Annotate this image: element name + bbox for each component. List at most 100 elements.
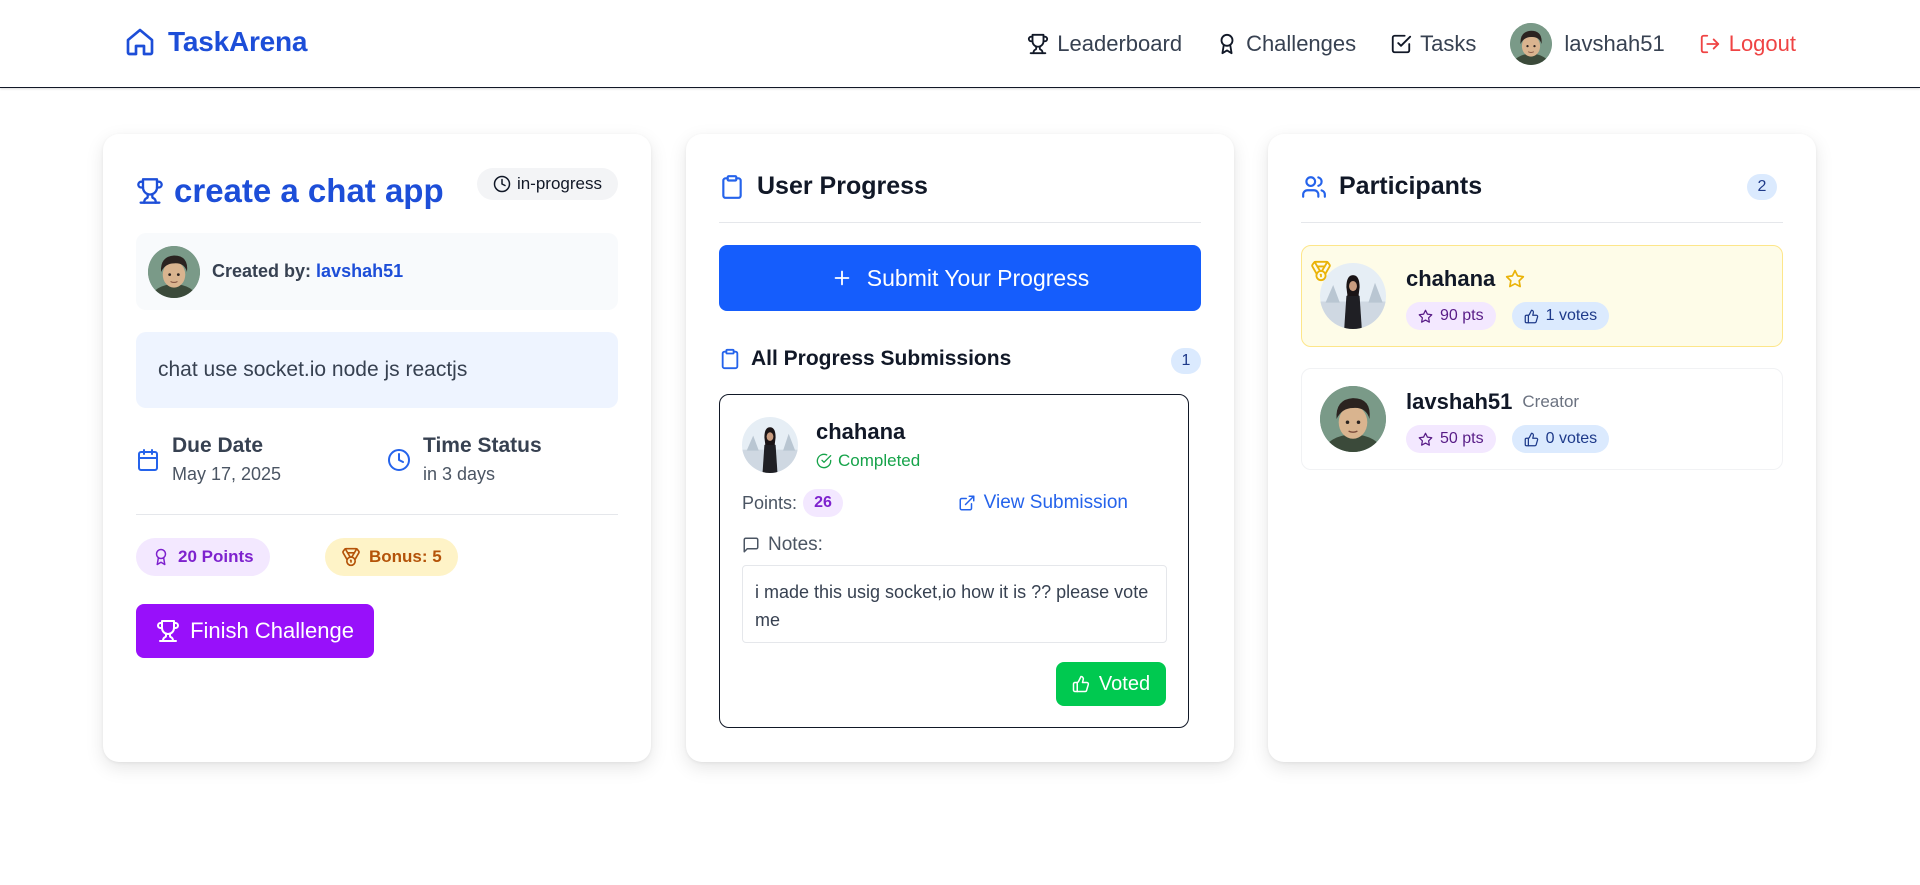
submit-progress-button[interactable]: Submit Your Progress	[719, 245, 1201, 311]
nav-challenges[interactable]: Challenges	[1216, 31, 1356, 57]
creator-info: Created by: lavshah51	[136, 233, 618, 310]
divider	[719, 222, 1201, 223]
trophy-icon	[136, 177, 164, 205]
nav-tasks-label: Tasks	[1420, 31, 1477, 56]
home-icon	[124, 26, 156, 58]
participant-item[interactable]: lavshah51 Creator 50 pts 0 votes	[1301, 368, 1783, 470]
participant-item[interactable]: chahana 90 pts 1 votes	[1301, 245, 1783, 347]
participant-stats: 90 pts 1 votes	[1406, 302, 1610, 330]
participants-header: Participants	[1301, 172, 1482, 201]
check-square-icon	[1390, 33, 1412, 55]
finish-challenge-button[interactable]: Finish Challenge	[136, 604, 374, 658]
nav-tasks[interactable]: Tasks	[1390, 31, 1476, 57]
nav-challenges-label: Challenges	[1246, 31, 1357, 56]
participant-name: chahana	[1406, 266, 1496, 291]
participant-votes: 1 votes	[1545, 307, 1598, 324]
points-badge: 20 Points	[136, 538, 270, 576]
clock-icon	[387, 448, 411, 485]
participant-points-chip: 50 pts	[1406, 425, 1496, 453]
nav-leaderboard[interactable]: Leaderboard	[1027, 31, 1182, 57]
voted-button[interactable]: Voted	[1056, 662, 1166, 706]
notes-label-row: Notes:	[742, 534, 823, 556]
due-date-label: Due Date	[172, 434, 264, 457]
submission-points-badge: 26	[803, 489, 844, 517]
participants-count-badge: 2	[1747, 174, 1777, 200]
submission-username: chahana	[816, 419, 906, 444]
user-avatar	[1510, 23, 1552, 65]
star-icon	[1418, 432, 1433, 447]
plus-icon	[831, 267, 853, 289]
due-date-value: May 17, 2025	[172, 464, 282, 484]
submission-notes: i made this usig socket,io how it is ?? …	[742, 565, 1167, 643]
thumbs-up-icon	[1524, 432, 1539, 447]
participant-name: lavshah51	[1406, 389, 1513, 414]
message-square-icon	[742, 536, 760, 554]
submission-card: chahana Completed Points: 26 View Submis…	[719, 394, 1189, 728]
participants-title: Participants	[1339, 172, 1483, 200]
time-status-value: in 3 days	[423, 464, 496, 484]
challenge-description: chat use socket.io node js reactjs	[136, 332, 618, 408]
participant-points: 50 pts	[1440, 430, 1484, 447]
star-icon	[1418, 309, 1433, 324]
logout-button[interactable]: Logout	[1699, 31, 1796, 57]
bonus-text: Bonus: 5	[369, 547, 442, 566]
trophy-icon	[1027, 33, 1049, 55]
nav-links: Leaderboard Challenges Tasks lavshah51 L…	[1027, 22, 1796, 66]
submit-progress-label: Submit Your Progress	[866, 264, 1090, 291]
participant-stats: 50 pts 0 votes	[1406, 425, 1610, 453]
challenge-title-row: create a chat app	[136, 172, 444, 210]
trophy-icon	[156, 619, 180, 643]
user-progress-card: User Progress Submit Your Progress All P…	[686, 134, 1234, 762]
submission-user: chahana Completed	[742, 417, 920, 473]
user-progress-header: User Progress	[719, 172, 928, 201]
submission-status-text: Completed	[838, 451, 921, 470]
view-submission-link[interactable]: View Submission	[958, 492, 1128, 514]
participant-votes-chip: 0 votes	[1511, 425, 1610, 453]
check-circle-icon	[816, 453, 832, 469]
divider	[136, 514, 618, 515]
medal-icon	[341, 547, 361, 567]
view-submission-label: View Submission	[983, 492, 1128, 513]
voted-label: Voted	[1098, 672, 1151, 695]
participant-points: 90 pts	[1440, 307, 1484, 324]
nav-user-profile[interactable]: lavshah51	[1510, 23, 1665, 65]
users-icon	[1301, 174, 1327, 200]
brand-logo-link[interactable]: TaskArena	[124, 26, 308, 58]
challenge-card: create a chat app in-progress Created by…	[103, 134, 651, 762]
thumbs-up-icon	[1072, 675, 1090, 693]
nav-leaderboard-label: Leaderboard	[1057, 31, 1183, 56]
thumbs-up-icon	[1524, 309, 1539, 324]
time-status-block: Time Status in 3 days	[387, 434, 542, 485]
medal-icon	[1310, 260, 1332, 282]
participant-name-row: chahana	[1406, 266, 1525, 292]
submissions-header: All Progress Submissions	[719, 347, 1011, 371]
time-status-label: Time Status	[423, 434, 542, 457]
clipboard-icon	[719, 348, 741, 370]
clipboard-icon	[719, 174, 745, 200]
bonus-badge: Bonus: 5	[325, 538, 458, 576]
submission-points-label: Points:	[742, 492, 798, 513]
submissions-count-badge: 1	[1171, 348, 1201, 374]
clock-icon	[493, 175, 511, 193]
submission-status: Completed	[816, 451, 920, 471]
status-text: in-progress	[516, 174, 602, 193]
created-by-label: Created by:	[212, 261, 312, 281]
divider	[1301, 222, 1783, 223]
creator-name-link[interactable]: lavshah51	[316, 261, 403, 281]
creator-tag: Creator	[1522, 392, 1580, 411]
award-icon	[1216, 33, 1238, 55]
top-navbar: TaskArena Leaderboard Challenges Tasks l…	[0, 0, 1920, 88]
award-icon	[152, 548, 170, 566]
creator-avatar	[148, 246, 200, 298]
logout-icon	[1699, 33, 1721, 55]
participant-votes: 0 votes	[1545, 430, 1598, 447]
nav-username: lavshah51	[1564, 31, 1665, 56]
due-date-block: Due Date May 17, 2025	[136, 434, 281, 485]
submission-points-row: Points: 26	[742, 489, 844, 517]
points-text: 20 Points	[178, 547, 254, 566]
participant-votes-chip: 1 votes	[1511, 302, 1610, 330]
participant-points-chip: 90 pts	[1406, 302, 1496, 330]
participant-name-row: lavshah51 Creator	[1406, 389, 1579, 415]
logout-label: Logout	[1728, 31, 1796, 56]
notes-label: Notes:	[768, 534, 823, 555]
